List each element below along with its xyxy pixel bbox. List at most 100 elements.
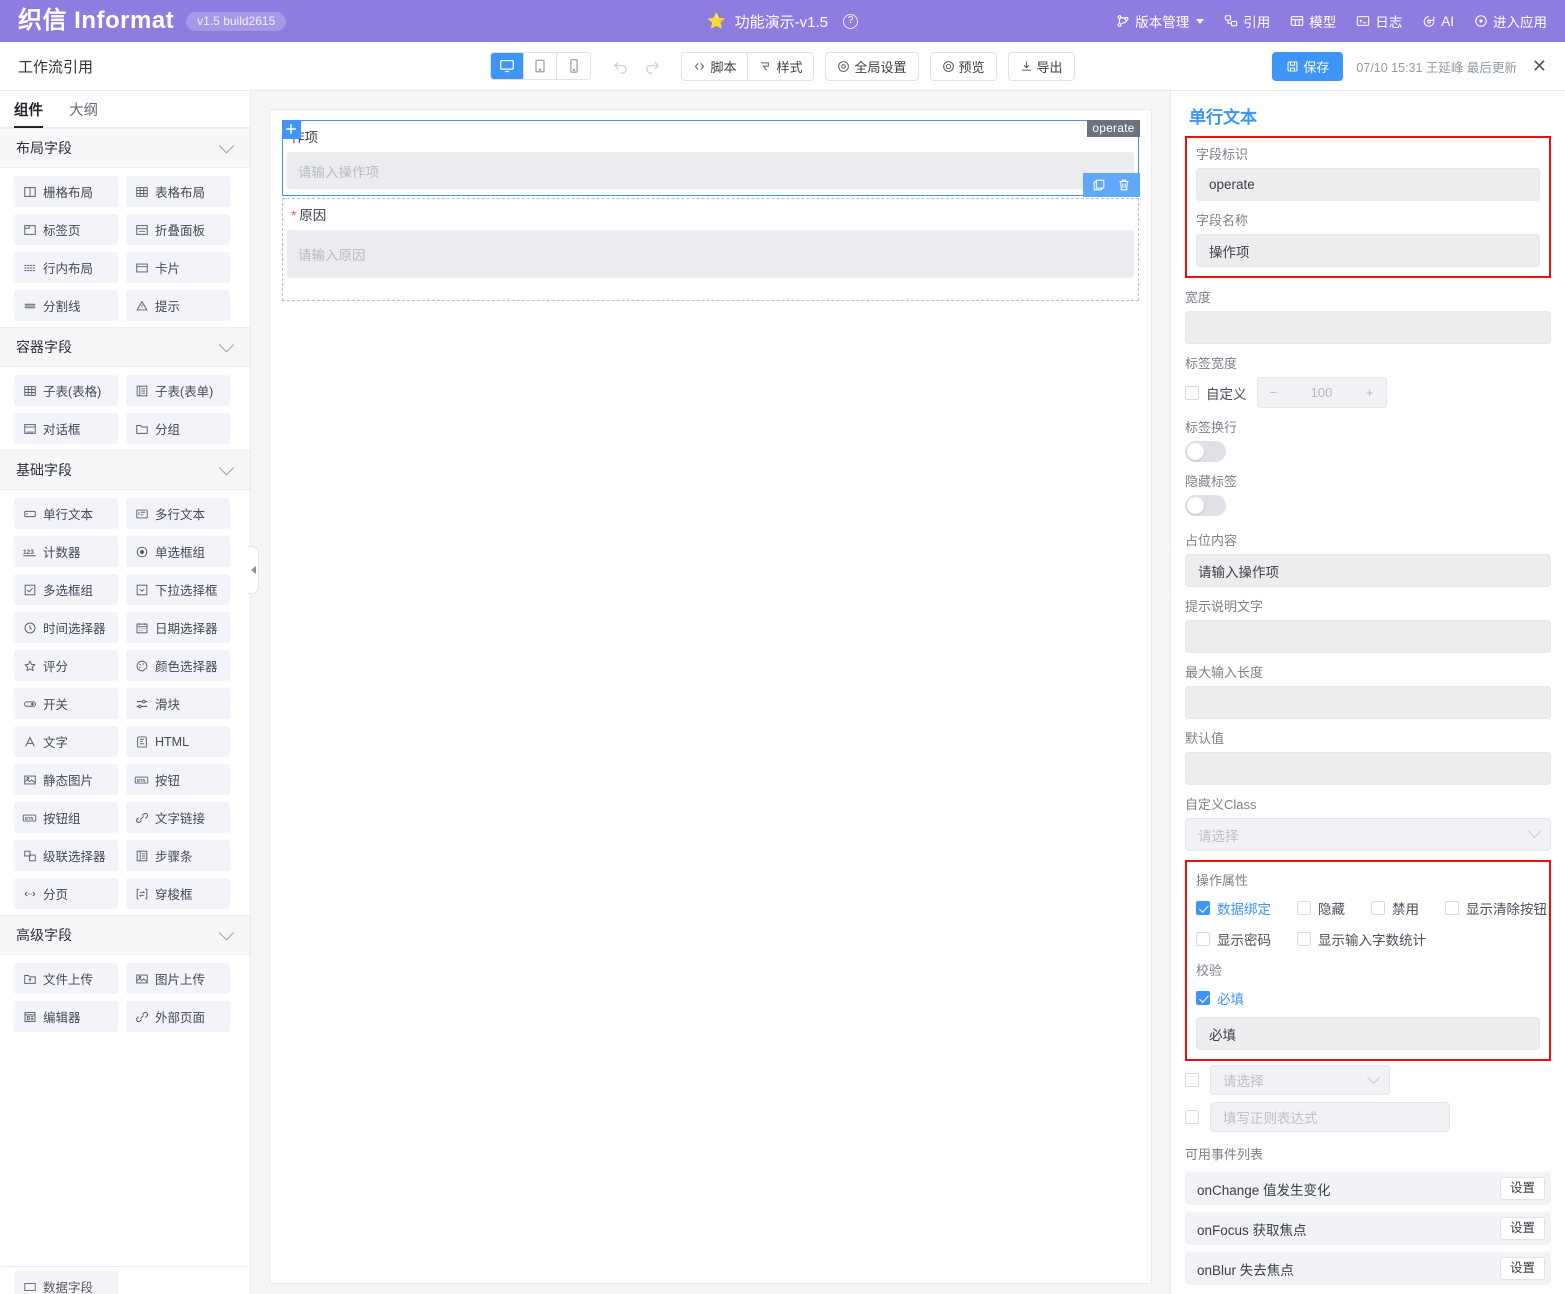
default-value-input[interactable] [1185, 752, 1551, 785]
component-subtable-grid[interactable]: 子表(表格) [14, 375, 118, 406]
component-button[interactable]: BTN 按钮 [126, 764, 230, 795]
component-pagination[interactable]: 分页 [14, 878, 118, 909]
maxlen-input[interactable] [1185, 686, 1551, 719]
form-canvas[interactable]: operate 作项 请输入操作项 *原因 请输入原因 [269, 109, 1152, 1284]
component-tabs[interactable]: 标签页 [14, 214, 118, 245]
width-input[interactable] [1185, 311, 1551, 344]
component-collapse-panel[interactable]: 折叠面板 [126, 214, 230, 245]
component-steps[interactable]: 步骤条 [126, 840, 230, 871]
group-header-advanced[interactable]: 高级字段 [0, 915, 250, 955]
component-group[interactable]: 分组 [126, 413, 230, 444]
required-message-input[interactable]: 必填 [1196, 1017, 1540, 1050]
save-button[interactable]: 保存 [1272, 52, 1343, 81]
desktop-icon[interactable] [491, 53, 524, 79]
component-subtable-form[interactable]: 子表(表单) [126, 375, 230, 406]
component-slider[interactable]: 滑块 [126, 688, 230, 719]
topnav-enter-app[interactable]: 进入应用 [1474, 11, 1547, 31]
component-grid-layout[interactable]: 栅格布局 [14, 176, 118, 207]
checkbox-show-clear-button[interactable]: 显示清除按钮 [1445, 898, 1547, 918]
style-button[interactable]: 样式 [748, 53, 813, 80]
trash-icon[interactable] [1117, 178, 1131, 192]
global-settings-button[interactable]: 全局设置 [825, 52, 918, 81]
component-static-image[interactable]: 静态图片 [14, 764, 118, 795]
canvas-field-input[interactable]: 请输入操作项 [287, 152, 1134, 189]
stepper-plus-icon[interactable]: + [1366, 385, 1374, 400]
left-panel-scroll[interactable]: 布局字段 栅格布局 表格布局 标签页 [0, 128, 250, 1266]
custom-class-select[interactable]: 请选择 [1185, 818, 1551, 851]
component-data-field[interactable]: 数据字段 [14, 1271, 118, 1294]
component-image-upload[interactable]: 图片上传 [126, 963, 230, 994]
checkbox-show-word-limit[interactable]: 显示输入字数统计 [1297, 929, 1426, 949]
component-switch[interactable]: 开关 [14, 688, 118, 719]
tab-components[interactable]: 组件 [14, 91, 43, 127]
component-inline-layout[interactable]: 行内布局 [14, 252, 118, 283]
right-panel-collapse-toggle[interactable] [1170, 546, 1172, 594]
help-circle-icon[interactable]: ? [843, 14, 858, 29]
validate-regex-input[interactable]: 填写正则表达式 [1210, 1102, 1450, 1132]
topnav-version-manage[interactable]: 版本管理 [1116, 11, 1204, 31]
component-cascader[interactable]: 级联选择器 [14, 840, 118, 871]
label-width-custom-checkbox[interactable]: 自定义 [1185, 383, 1247, 403]
hide-label-toggle[interactable] [1185, 495, 1226, 516]
stepper-minus-icon[interactable]: − [1270, 385, 1278, 400]
component-card[interactable]: 卡片 [126, 252, 230, 283]
drag-handle-icon[interactable] [282, 120, 301, 139]
topnav-ai[interactable]: AI [1422, 14, 1454, 29]
tablet-icon[interactable] [524, 53, 557, 79]
mobile-icon[interactable] [557, 53, 590, 79]
component-radio-group[interactable]: 单选框组 [126, 536, 230, 567]
undo-icon[interactable] [605, 52, 635, 80]
copy-icon[interactable] [1092, 178, 1106, 192]
component-date-picker[interactable]: 日期选择器 [126, 612, 230, 643]
component-checkbox-group[interactable]: 多选框组 [14, 574, 118, 605]
canvas-field-reason[interactable]: *原因 请输入原因 [282, 198, 1139, 301]
event-settings-button[interactable]: 设置 [1500, 1217, 1545, 1240]
placeholder-input[interactable]: 请输入操作项 [1185, 554, 1551, 587]
checkbox-required[interactable]: 必填 [1196, 988, 1540, 1008]
component-transfer[interactable]: 穿梭框 [126, 878, 230, 909]
component-dialog[interactable]: 对话框 [14, 413, 118, 444]
checkbox-icon[interactable] [1185, 1073, 1199, 1087]
close-icon[interactable]: ✕ [1530, 57, 1549, 75]
script-button[interactable]: 脚本 [682, 53, 748, 80]
group-header-container[interactable]: 容器字段 [0, 327, 250, 367]
event-settings-button[interactable]: 设置 [1500, 1177, 1545, 1200]
component-text[interactable]: 文字 [14, 726, 118, 757]
component-multi-line-text[interactable]: 多行文本 [126, 498, 230, 529]
checkbox-show-password[interactable]: 显示密码 [1196, 929, 1271, 949]
component-link[interactable]: 文字链接 [126, 802, 230, 833]
component-alert[interactable]: 提示 [126, 290, 230, 321]
component-number[interactable]: 123 计数器 [14, 536, 118, 567]
label-wrap-toggle[interactable] [1185, 441, 1226, 462]
validate-type-select[interactable]: 请选择 [1210, 1065, 1390, 1095]
left-panel-collapse-toggle[interactable] [248, 546, 259, 594]
checkbox-data-binding[interactable]: 数据绑定 [1196, 898, 1271, 918]
component-external-page[interactable]: 外部页面 [126, 1001, 230, 1032]
checkbox-icon[interactable] [1185, 1110, 1199, 1124]
canvas-field-input[interactable]: 请输入原因 [287, 230, 1134, 278]
checkbox-hidden[interactable]: 隐藏 [1297, 898, 1345, 918]
component-single-line-text[interactable]: 单行文本 [14, 498, 118, 529]
component-file-upload[interactable]: 文件上传 [14, 963, 118, 994]
export-button[interactable]: 导出 [1008, 52, 1075, 81]
group-header-layout[interactable]: 布局字段 [0, 128, 250, 168]
component-table-layout[interactable]: 表格布局 [126, 176, 230, 207]
brand-area[interactable]: 织信 Informat v1.5 build2615 [0, 9, 286, 33]
checkbox-disabled[interactable]: 禁用 [1371, 898, 1419, 918]
component-html[interactable]: HTML [126, 726, 230, 757]
field-id-input[interactable]: operate [1196, 168, 1540, 201]
field-name-input[interactable]: 操作项 [1196, 234, 1540, 267]
component-time-picker[interactable]: 时间选择器 [14, 612, 118, 643]
component-divider[interactable]: 分割线 [14, 290, 118, 321]
label-width-stepper[interactable]: − 100 + [1257, 377, 1387, 408]
component-rate[interactable]: 评分 [14, 650, 118, 681]
topnav-reference[interactable]: 引用 [1224, 11, 1270, 31]
component-editor[interactable]: 编辑器 [14, 1001, 118, 1032]
preview-button[interactable]: 预览 [930, 52, 997, 81]
tab-outline[interactable]: 大纲 [69, 91, 98, 127]
component-color-picker[interactable]: 颜色选择器 [126, 650, 230, 681]
canvas-field-operate[interactable]: operate 作项 请输入操作项 [282, 120, 1139, 196]
component-select[interactable]: 下拉选择框 [126, 574, 230, 605]
component-button-group[interactable]: BTN 按钮组 [14, 802, 118, 833]
topnav-log[interactable]: 日志 [1356, 11, 1402, 31]
